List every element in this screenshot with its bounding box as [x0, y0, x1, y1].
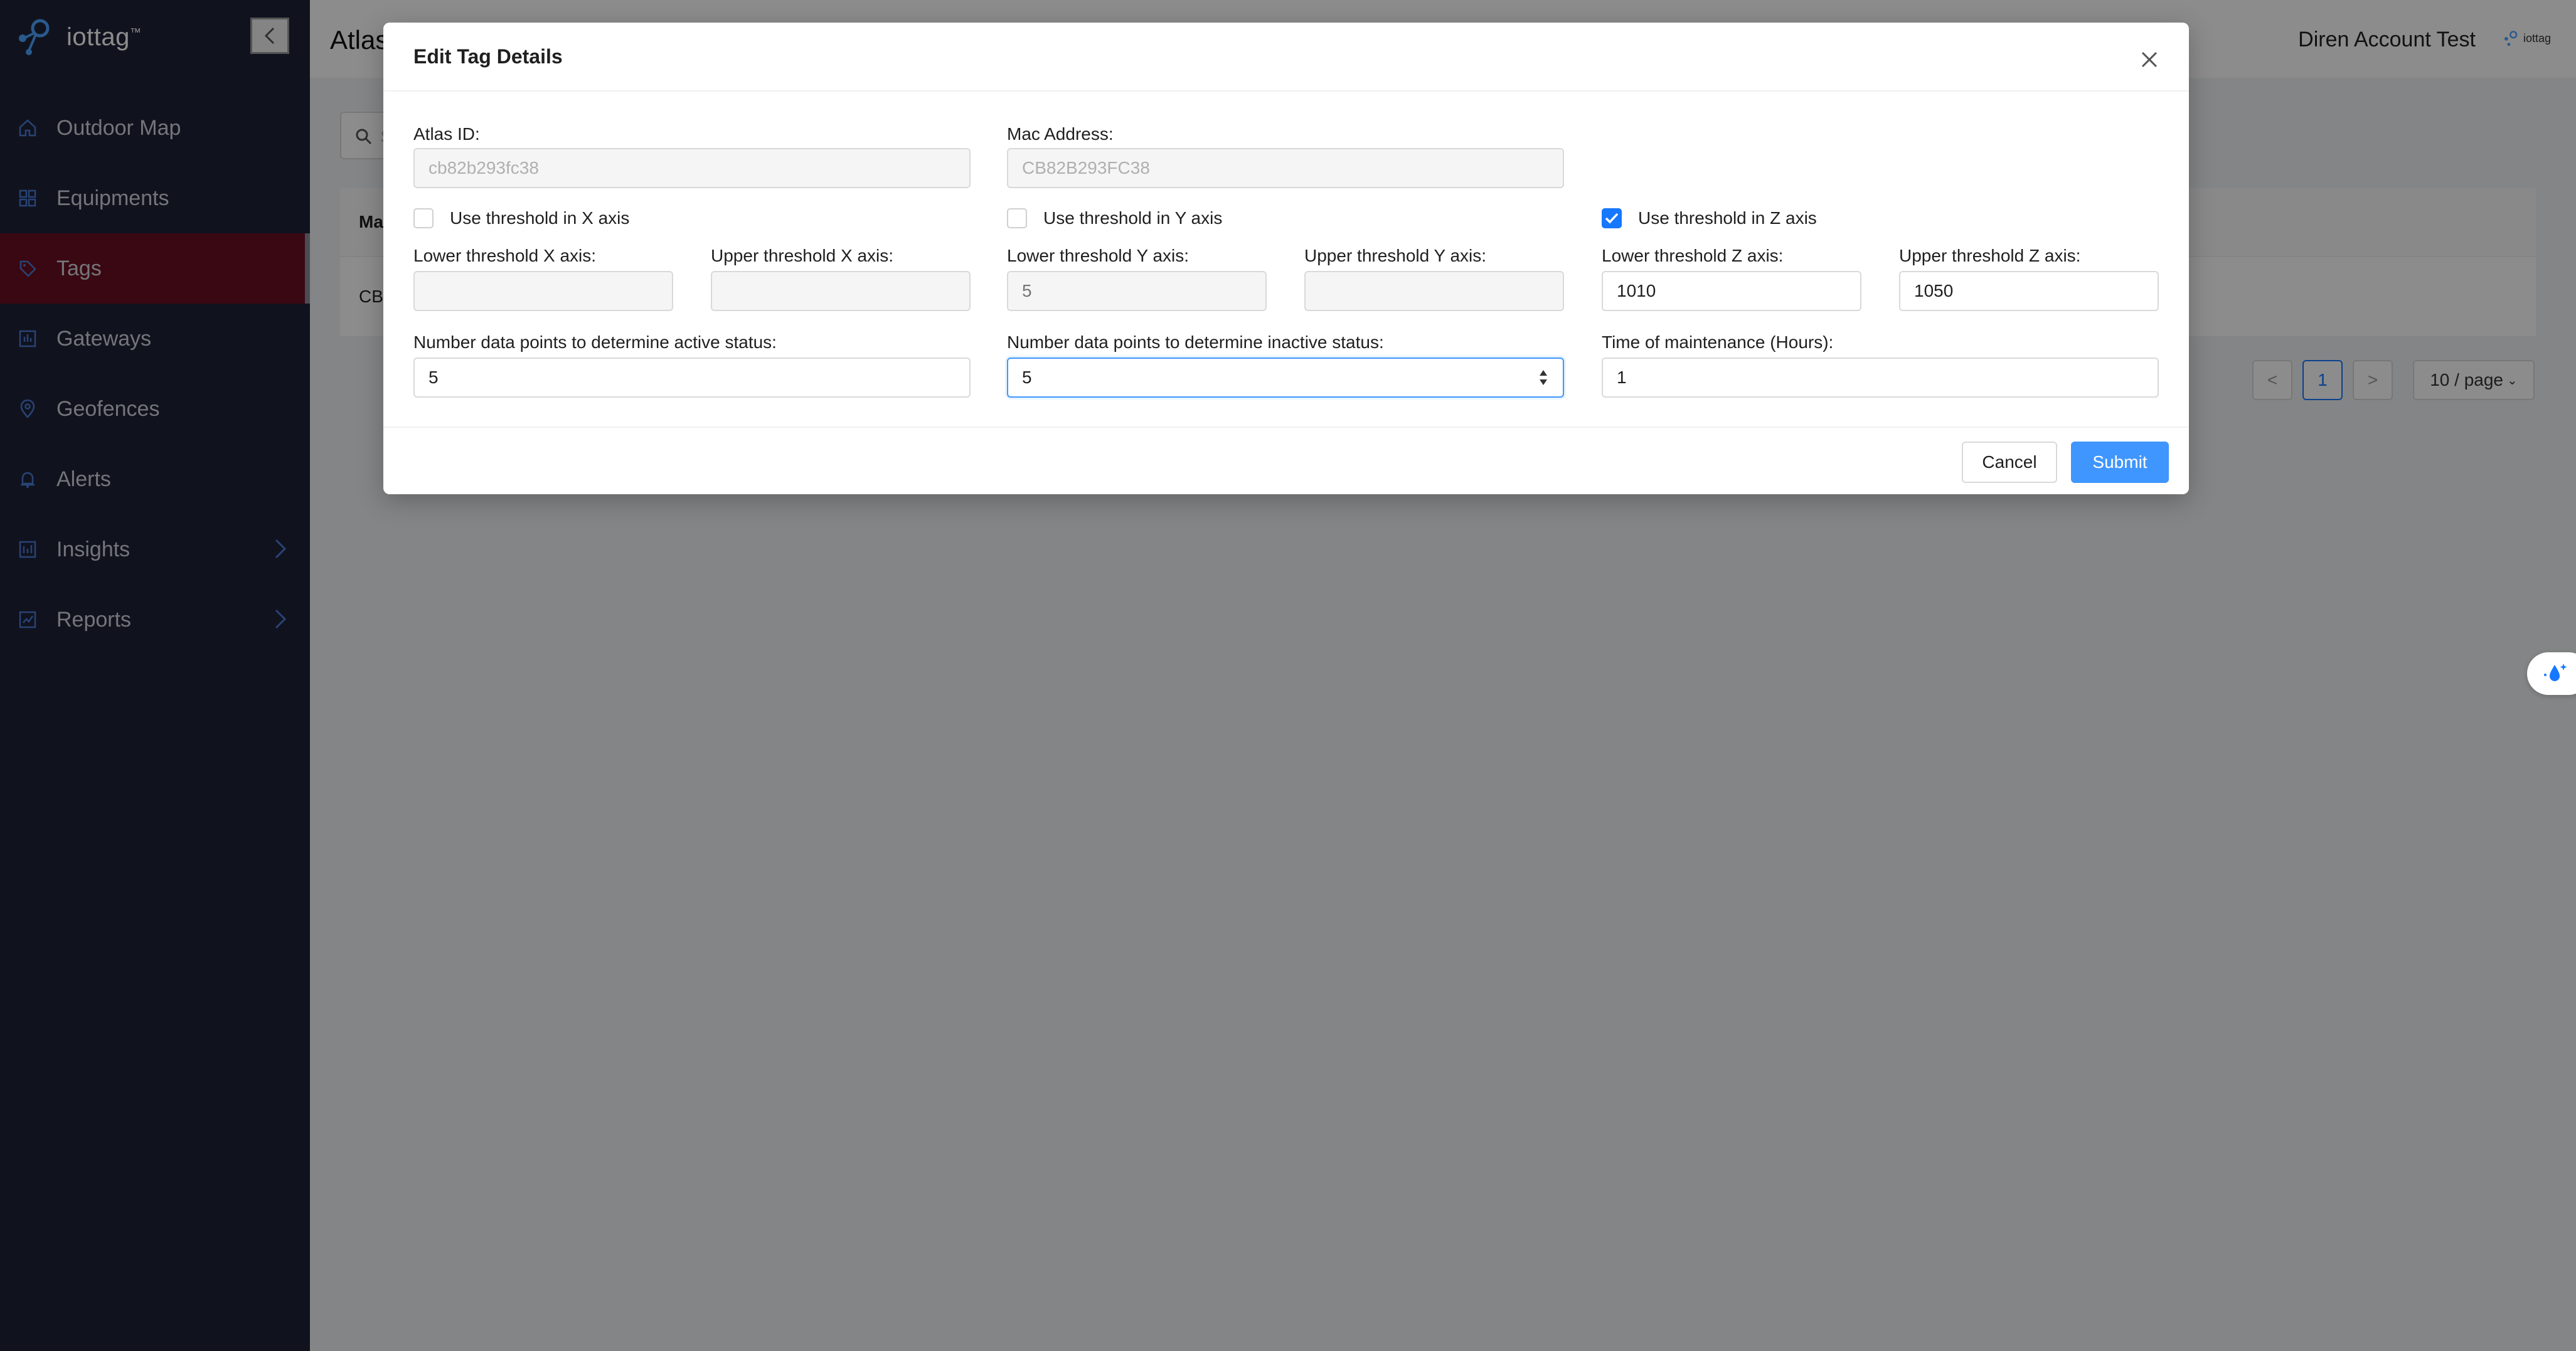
- upper-threshold-y-label: Upper threshold Y axis:: [1304, 246, 1487, 265]
- modal-footer-divider: [383, 426, 2189, 428]
- lower-threshold-z-label: Lower threshold Z axis:: [1602, 246, 1784, 265]
- use-threshold-y-label: Use threshold in Y axis: [1043, 208, 1223, 228]
- lower-threshold-x-input: [413, 271, 673, 311]
- submit-button[interactable]: Submit: [2071, 442, 2169, 483]
- atlas-id-label: Atlas ID:: [413, 124, 480, 144]
- lower-threshold-y-label: Lower threshold Y axis:: [1007, 246, 1190, 265]
- use-threshold-y-checkbox[interactable]: Use threshold in Y axis: [1007, 208, 1222, 228]
- lower-threshold-x-label: Lower threshold X axis:: [413, 246, 597, 265]
- upper-threshold-z-label: Upper threshold Z axis:: [1899, 246, 2081, 265]
- inactive-points-input[interactable]: [1007, 358, 1564, 398]
- inactive-points-stepper[interactable]: [1536, 365, 1550, 390]
- active-points-label: Number data points to determine active s…: [413, 332, 777, 352]
- checkmark-icon: [1605, 213, 1619, 224]
- floating-helper-button[interactable]: [2527, 652, 2576, 695]
- use-threshold-z-checkbox[interactable]: Use threshold in Z axis: [1602, 208, 1817, 228]
- checkbox-box[interactable]: [1007, 208, 1027, 228]
- use-threshold-x-checkbox[interactable]: Use threshold in X axis: [413, 208, 629, 228]
- maintenance-label: Time of maintenance (Hours):: [1602, 332, 1834, 352]
- mac-address-input: [1007, 148, 1564, 188]
- close-icon[interactable]: [2139, 49, 2160, 70]
- atlas-id-input: [413, 148, 971, 188]
- use-threshold-x-label: Use threshold in X axis: [450, 208, 630, 228]
- checkbox-box-checked[interactable]: [1602, 208, 1622, 228]
- lower-threshold-z-input[interactable]: [1602, 271, 1861, 311]
- upper-threshold-x-input: [711, 271, 971, 311]
- upper-threshold-z-input[interactable]: [1899, 271, 2159, 311]
- active-points-input[interactable]: [413, 358, 971, 398]
- edit-tag-modal: Edit Tag Details Atlas ID: Mac Address: …: [383, 23, 2189, 494]
- maintenance-input[interactable]: [1602, 358, 2159, 398]
- upper-threshold-y-input: [1304, 271, 1564, 311]
- mac-address-label: Mac Address:: [1007, 124, 1114, 144]
- use-threshold-z-label: Use threshold in Z axis: [1638, 208, 1817, 228]
- stepper-up-down-icon: [1540, 370, 1547, 385]
- checkbox-box[interactable]: [413, 208, 434, 228]
- cancel-button[interactable]: Cancel: [1962, 442, 2057, 483]
- lower-threshold-y-input: [1007, 271, 1267, 311]
- inactive-points-label: Number data points to determine inactive…: [1007, 332, 1384, 352]
- modal-title: Edit Tag Details: [413, 45, 563, 68]
- upper-threshold-x-label: Upper threshold X axis:: [711, 246, 894, 265]
- modal-header: Edit Tag Details: [383, 23, 2189, 92]
- droplet-sparkle-icon: [2544, 664, 2567, 681]
